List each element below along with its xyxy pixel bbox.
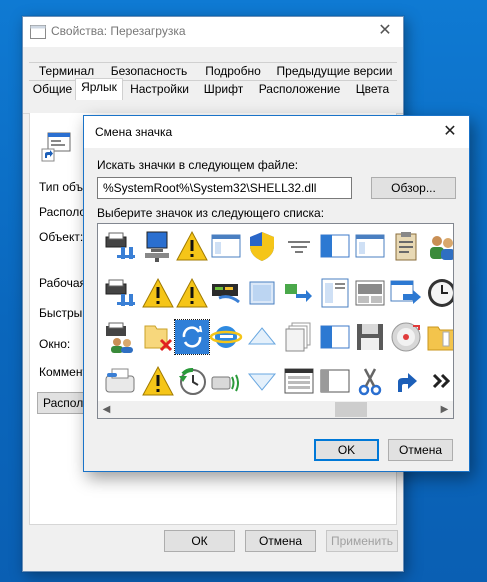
- tab-layout[interactable]: Расположение: [251, 80, 348, 99]
- list-label: Выберите значок из следующего списка:: [97, 206, 325, 220]
- apply-button: Применить: [326, 530, 398, 552]
- folder-delete-icon[interactable]: [141, 320, 175, 354]
- tab-general[interactable]: Общие: [29, 80, 76, 99]
- document-window-icon[interactable]: [318, 276, 352, 310]
- shortcut-icon: [40, 131, 74, 163]
- restore-icon[interactable]: [175, 364, 209, 398]
- cancel-button[interactable]: Отмена: [245, 530, 316, 552]
- warning-icon[interactable]: [175, 276, 209, 310]
- folder-icon[interactable]: [425, 320, 453, 354]
- close-icon[interactable]: ✕: [374, 20, 396, 42]
- network-computer-icon[interactable]: [141, 229, 175, 263]
- window-icon[interactable]: [353, 229, 387, 263]
- window-panes-icon[interactable]: [353, 276, 387, 310]
- printer-network-icon[interactable]: [103, 276, 137, 310]
- change-icon-dialog: Смена значка ✕ Искать значки в следующем…: [83, 115, 470, 472]
- tab-colors[interactable]: Цвета: [348, 80, 397, 99]
- window-arrow-icon[interactable]: [389, 276, 423, 310]
- window-blank-icon[interactable]: [245, 276, 279, 310]
- printer-users-icon[interactable]: [103, 320, 137, 354]
- fax-icon[interactable]: [103, 364, 137, 398]
- dialog-title-bar: Смена значка ✕: [84, 116, 469, 148]
- window-icon[interactable]: [209, 229, 243, 263]
- floppy-disk-icon[interactable]: [353, 320, 387, 354]
- ok-button[interactable]: ОК: [164, 530, 235, 552]
- sync-icon[interactable]: [174, 319, 210, 355]
- window-label: Окно:: [39, 337, 71, 351]
- triangle-up-icon[interactable]: [245, 320, 279, 354]
- app-icon: [30, 25, 46, 39]
- move-to-folder-icon[interactable]: [282, 276, 316, 310]
- horizontal-scrollbar[interactable]: ◀ ▶: [98, 401, 453, 418]
- double-chevron-icon[interactable]: [425, 364, 453, 398]
- close-icon[interactable]: ✕: [439, 121, 461, 143]
- tab-options[interactable]: Настройки: [123, 80, 196, 99]
- panel-left-icon[interactable]: [318, 320, 352, 354]
- scissors-icon[interactable]: [353, 364, 387, 398]
- filter-icon[interactable]: [282, 229, 316, 263]
- tab-details[interactable]: Подробно: [194, 62, 272, 81]
- dialog-ok-button[interactable]: OK: [314, 439, 379, 461]
- clock-icon[interactable]: [425, 276, 453, 310]
- tab-shortcut[interactable]: Ярлык: [75, 78, 123, 100]
- warning-icon[interactable]: [141, 276, 175, 310]
- window-title: Свойства: Перезагрузка: [51, 24, 186, 38]
- dialog-title: Смена значка: [95, 125, 173, 139]
- users-icon[interactable]: [425, 229, 453, 263]
- icon-file-input[interactable]: %SystemRoot%\System32\SHELL32.dll: [97, 177, 352, 199]
- clipboard-icon[interactable]: [389, 229, 423, 263]
- location-label: Располо: [39, 205, 86, 219]
- panel-left-icon[interactable]: [318, 229, 352, 263]
- icon-grid: [98, 224, 453, 402]
- file-label: Искать значки в следующем файле:: [97, 158, 299, 172]
- printer-network-icon[interactable]: [103, 229, 137, 263]
- shield-icon[interactable]: [245, 229, 279, 263]
- target-label: Объект:: [39, 230, 84, 244]
- icon-list[interactable]: ◀ ▶: [97, 223, 454, 419]
- network-drive-icon[interactable]: [209, 276, 243, 310]
- dialog-cancel-button[interactable]: Отмена: [388, 439, 453, 461]
- internet-explorer-icon[interactable]: [209, 320, 243, 354]
- browse-button[interactable]: Обзор...: [371, 177, 456, 199]
- list-window-icon[interactable]: [282, 364, 316, 398]
- scroll-right-icon[interactable]: ▶: [436, 401, 453, 418]
- wireless-device-icon[interactable]: [209, 364, 243, 398]
- shortcut-arrow-icon[interactable]: [389, 364, 423, 398]
- panel-split-icon[interactable]: [318, 364, 352, 398]
- cd-drive-icon[interactable]: [389, 320, 423, 354]
- title-bar: Свойства: Перезагрузка ✕: [23, 17, 403, 47]
- warning-icon[interactable]: [175, 229, 209, 263]
- tab-font[interactable]: Шрифт: [196, 80, 251, 99]
- scroll-left-icon[interactable]: ◀: [98, 401, 115, 418]
- warning-icon[interactable]: [141, 364, 175, 398]
- triangle-down-icon[interactable]: [245, 364, 279, 398]
- scroll-thumb[interactable]: [335, 402, 367, 417]
- stacked-pages-icon[interactable]: [282, 320, 316, 354]
- shortcut-key-label: Быстрый: [39, 306, 89, 320]
- tab-previous-versions[interactable]: Предыдущие версии: [272, 62, 397, 81]
